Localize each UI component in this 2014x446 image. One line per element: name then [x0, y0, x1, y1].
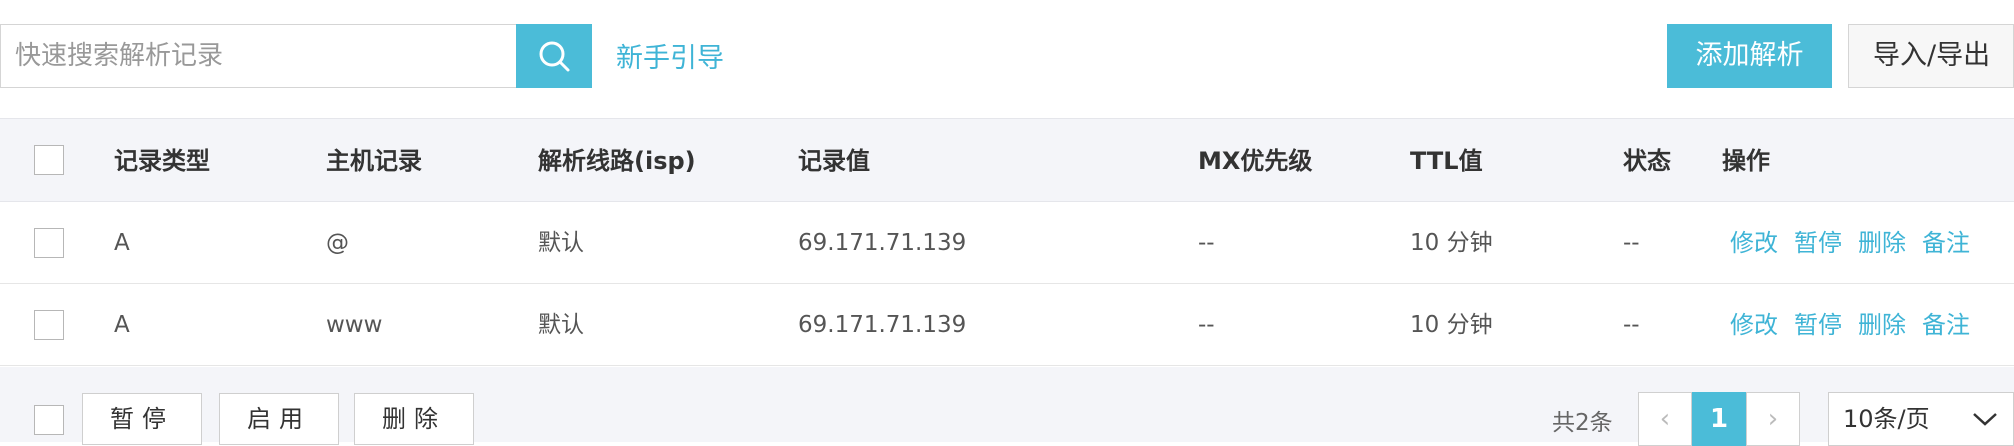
cell-value: 69.171.71.139 [798, 312, 967, 338]
page-size-value: 10条/页 [1843, 405, 1930, 433]
import-export-button[interactable]: 导入/导出 [1848, 24, 2014, 88]
table-row: A www 默认 69.171.71.139 -- 10 分钟 -- 修改 暂停… [0, 284, 2014, 366]
search-icon [539, 41, 570, 72]
cell-mx: -- [1198, 230, 1215, 256]
add-record-button[interactable]: 添加解析 [1667, 24, 1832, 88]
row-checkbox[interactable] [34, 310, 64, 340]
cell-value: 69.171.71.139 [798, 230, 967, 256]
table-row: A @ 默认 69.171.71.139 -- 10 分钟 -- 修改 暂停 删… [0, 202, 2014, 284]
delete-link[interactable]: 删除 [1858, 284, 1906, 366]
cell-host: www [326, 312, 383, 338]
cell-type: A [114, 312, 130, 338]
total-count: 共2条 [1552, 410, 1613, 436]
search-button[interactable] [516, 24, 592, 88]
cell-line: 默认 [538, 230, 584, 256]
cell-ttl: 10 分钟 [1410, 230, 1493, 256]
table-footer: 暂停 启用 删除 共2条 ‹ 1 › 10条/页 [0, 367, 2014, 446]
cell-host: @ [326, 230, 349, 256]
guide-link[interactable]: 新手引导 [616, 36, 724, 75]
chevron-down-icon [1973, 413, 1997, 426]
cell-ttl: 10 分钟 [1410, 312, 1493, 338]
row-checkbox[interactable] [34, 228, 64, 258]
pause-link[interactable]: 暂停 [1794, 284, 1842, 366]
header-value: 记录值 [798, 147, 870, 175]
cell-type: A [114, 230, 130, 256]
page-1-button[interactable]: 1 [1692, 392, 1746, 446]
select-all-checkbox[interactable] [34, 145, 64, 175]
pause-link[interactable]: 暂停 [1794, 202, 1842, 284]
header-host: 主机记录 [326, 147, 422, 175]
toolbar: 快速搜索解析记录 新手引导 添加解析 导入/导出 [0, 0, 2014, 118]
bulk-pause-button[interactable]: 暂停 [82, 393, 202, 445]
header-mx: MX优先级 [1198, 147, 1313, 175]
cell-status: -- [1623, 312, 1640, 338]
bulk-delete-button[interactable]: 删除 [354, 393, 474, 445]
cell-mx: -- [1198, 312, 1215, 338]
header-line: 解析线路(isp) [538, 147, 696, 175]
note-link[interactable]: 备注 [1922, 202, 1970, 284]
header-actions: 操作 [1722, 147, 1770, 175]
footer-select-all-checkbox[interactable] [34, 405, 64, 435]
table-header: 记录类型 主机记录 解析线路(isp) 记录值 MX优先级 TTL值 状态 操作 [0, 118, 2014, 202]
note-link[interactable]: 备注 [1922, 284, 1970, 366]
header-status: 状态 [1623, 147, 1671, 175]
page-size-select[interactable]: 10条/页 [1828, 392, 2014, 446]
cell-line: 默认 [538, 312, 584, 338]
edit-link[interactable]: 修改 [1730, 284, 1778, 366]
header-ttl: TTL值 [1410, 147, 1483, 175]
cell-status: -- [1623, 230, 1640, 256]
edit-link[interactable]: 修改 [1730, 202, 1778, 284]
prev-page-button[interactable]: ‹ [1638, 392, 1692, 446]
delete-link[interactable]: 删除 [1858, 202, 1906, 284]
bulk-enable-button[interactable]: 启用 [219, 393, 339, 445]
header-record-type: 记录类型 [114, 147, 210, 175]
search-input[interactable]: 快速搜索解析记录 [0, 24, 516, 88]
next-page-button[interactable]: › [1746, 392, 1800, 446]
